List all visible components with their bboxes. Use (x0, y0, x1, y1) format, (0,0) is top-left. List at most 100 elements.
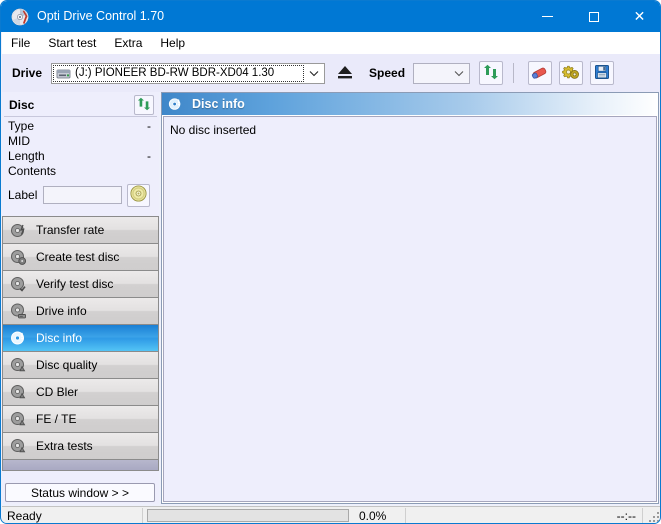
cd-disc-icon (11, 8, 29, 26)
disc-verify-icon (10, 276, 27, 293)
sidebar-item-label: Transfer rate (36, 223, 105, 237)
gears-icon (562, 64, 580, 83)
refresh-drive-button[interactable] (479, 61, 504, 85)
sidebar-item-label: Disc info (36, 331, 83, 345)
settings-button[interactable] (559, 61, 584, 85)
drive-select[interactable]: (J:) PIONEER BD-RW BDR-XD04 1.30 (51, 62, 326, 84)
minimize-icon (542, 16, 553, 17)
read-disc-label-button[interactable] (127, 183, 151, 207)
disc-field-name: Type (8, 119, 35, 133)
floppy-save-icon (594, 64, 610, 83)
status-bar: Ready 0.0% --:-- (2, 506, 660, 524)
speed-label: Speed (369, 66, 406, 80)
sidebar-item-create-test-disc[interactable]: Create test disc (3, 244, 158, 271)
optical-drive-icon (56, 66, 71, 81)
disc-label-input[interactable] (43, 186, 123, 204)
disc-status-message: No disc inserted (170, 123, 257, 137)
main-panel: Disc info No disc inserted (161, 92, 659, 504)
menu-item-extra[interactable]: Extra (105, 34, 151, 52)
eraser-icon (531, 64, 549, 83)
sidebar-item-label: Extra tests (36, 439, 93, 453)
minimize-button[interactable] (525, 1, 570, 32)
disc-field-name: Contents (8, 164, 57, 178)
menu-item-file[interactable]: File (2, 34, 39, 52)
disc-panel-header: Disc (4, 94, 157, 117)
disc-info-icon (168, 97, 183, 112)
disc-label-caption: Label (8, 188, 38, 202)
sidebar-item-label: FE / TE (36, 412, 77, 426)
menu-item-help[interactable]: Help (151, 34, 194, 52)
application-window: Opti Drive Control 1.70 ✕ File Start tes… (0, 0, 661, 524)
sidebar-nav: Transfer rate Create test disc Verify te… (2, 216, 159, 471)
speed-select[interactable] (413, 62, 471, 84)
disc-drive-icon (10, 303, 27, 320)
disc-row-mid: MID (2, 134, 159, 149)
sidebar-item-disc-quality[interactable]: Disc quality (3, 352, 158, 379)
sidebar-item-extra-tests[interactable]: Extra tests (3, 433, 158, 460)
close-button[interactable]: ✕ (617, 1, 660, 32)
disc-field-list: Type - MID Length - Contents Label (2, 119, 159, 207)
sidebar-item-verify-test-disc[interactable]: Verify test disc (3, 271, 158, 298)
disc-transfer-icon (10, 222, 27, 239)
sidebar-item-label: CD Bler (36, 385, 79, 399)
progress-bar (147, 509, 349, 522)
sidebar-item-label: Disc quality (36, 358, 98, 372)
disc-field-name: Length (8, 149, 45, 163)
elapsed-timer: --:-- (616, 508, 636, 523)
disc-info-icon (10, 330, 27, 347)
erase-disc-button[interactable] (528, 61, 553, 85)
main-panel-caption: Disc info (162, 93, 658, 115)
refresh-icon (137, 97, 151, 114)
maximize-icon (588, 11, 599, 22)
title-bar: Opti Drive Control 1.70 ✕ (1, 1, 660, 32)
sidebar-item-cd-bler[interactable]: CD Bler (3, 379, 158, 406)
disc-row-length: Length - (2, 149, 159, 164)
drive-value: (J:) PIONEER BD-RW BDR-XD04 1.30 (75, 67, 275, 79)
maximize-button[interactable] (571, 1, 616, 32)
save-button[interactable] (590, 61, 615, 85)
resize-grip[interactable] (645, 508, 660, 524)
sidebar-item-label: Verify test disc (36, 277, 114, 291)
drive-label: Drive (12, 66, 43, 80)
disc-extra-icon (10, 438, 27, 455)
sidebar-item-drive-info[interactable]: Drive info (3, 298, 158, 325)
disc-row-type: Type - (2, 119, 159, 134)
disc-panel-caption: Disc (9, 98, 35, 112)
chevron-down-icon[interactable] (304, 64, 324, 83)
disc-row-contents: Contents (2, 164, 159, 179)
eject-button[interactable] (333, 61, 357, 85)
chevron-down-icon[interactable] (449, 64, 469, 83)
disc-field-value: - (147, 119, 151, 133)
disc-label-row: Label (2, 183, 159, 207)
disc-bler-icon (10, 384, 27, 401)
sidebar-item-label: Create test disc (36, 250, 120, 264)
status-window-button[interactable]: Status window > > (5, 483, 155, 502)
menu-item-start-test[interactable]: Start test (39, 34, 105, 52)
disc-field-name: MID (8, 134, 30, 148)
sidebar-item-fe-te[interactable]: FE / TE (3, 406, 158, 433)
status-divider (405, 507, 406, 523)
eject-icon (336, 64, 354, 83)
sidebar-item-transfer-rate[interactable]: Transfer rate (3, 217, 158, 244)
sidebar-item-label: Drive info (36, 304, 87, 318)
cd-disc-gold-icon (130, 185, 147, 205)
disc-field-value: - (147, 149, 151, 163)
sidebar-filler (3, 460, 158, 471)
disc-quality-icon (10, 357, 27, 374)
progress-area (143, 509, 353, 522)
disc-fete-icon (10, 411, 27, 428)
refresh-disc-button[interactable] (134, 95, 154, 115)
toolbar-separator (513, 63, 515, 83)
main-panel-title: Disc info (192, 97, 245, 111)
status-divider (642, 507, 643, 523)
sidebar-item-disc-info[interactable]: Disc info (3, 325, 158, 352)
disc-create-icon (10, 249, 27, 266)
refresh-icon (483, 64, 499, 83)
close-icon: ✕ (633, 8, 646, 25)
status-text: Ready (7, 508, 42, 523)
drive-toolbar: Drive (J:) PIONEER BD-RW BDR-XD04 1.30 S… (2, 54, 660, 92)
menu-bar: File Start test Extra Help (2, 32, 660, 54)
progress-percent: 0.0% (359, 508, 387, 523)
window-title: Opti Drive Control 1.70 (37, 9, 165, 23)
main-panel-body: No disc inserted (163, 116, 657, 502)
